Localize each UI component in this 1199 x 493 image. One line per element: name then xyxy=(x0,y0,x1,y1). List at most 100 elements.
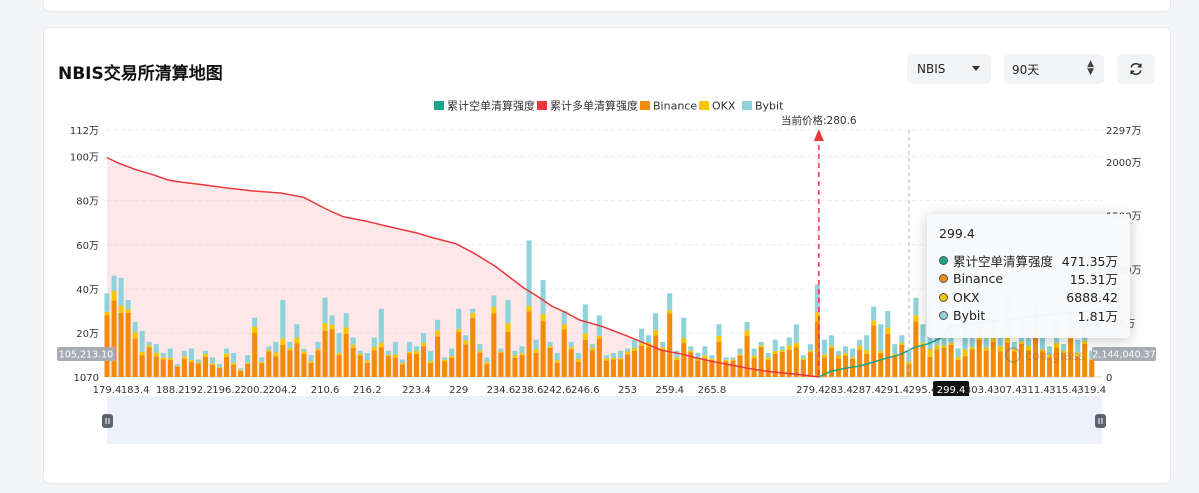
bar-bybit[interactable] xyxy=(828,335,835,346)
bar-binance[interactable] xyxy=(477,352,483,377)
bar-binance[interactable] xyxy=(997,351,1003,377)
bar-okx[interactable] xyxy=(667,310,673,314)
bar-binance[interactable] xyxy=(913,321,919,377)
bar-okx[interactable] xyxy=(737,354,743,356)
bar-bybit[interactable] xyxy=(793,324,799,343)
bar-binance[interactable] xyxy=(273,356,279,377)
bar-okx[interactable] xyxy=(547,346,553,348)
bar-bybit[interactable] xyxy=(364,352,370,361)
bar-binance[interactable] xyxy=(561,329,567,377)
bar-bybit[interactable] xyxy=(646,335,652,343)
bar-bybit[interactable] xyxy=(519,346,525,354)
bar-binance[interactable] xyxy=(899,344,905,377)
bar-binance[interactable] xyxy=(153,356,159,377)
bar-okx[interactable] xyxy=(406,351,412,354)
bar-binance[interactable] xyxy=(111,300,117,377)
bar-okx[interactable] xyxy=(723,359,729,362)
bar-bybit[interactable] xyxy=(498,348,504,352)
bar-okx[interactable] xyxy=(491,306,497,314)
bar-okx[interactable] xyxy=(294,337,300,344)
bar-okx[interactable] xyxy=(315,348,321,351)
bar-bybit[interactable] xyxy=(702,346,708,356)
bar-okx[interactable] xyxy=(843,353,849,356)
bar-bybit[interactable] xyxy=(1039,337,1046,350)
bar-binance[interactable] xyxy=(1089,359,1095,377)
bar-bybit[interactable] xyxy=(779,346,785,351)
bar-binance[interactable] xyxy=(378,347,384,377)
bar-binance[interactable] xyxy=(617,359,624,377)
bar-bybit[interactable] xyxy=(449,348,455,357)
bar-binance[interactable] xyxy=(160,359,166,377)
bar-binance[interactable] xyxy=(280,344,286,377)
bar-binance[interactable] xyxy=(442,361,448,377)
bar-okx[interactable] xyxy=(554,360,560,363)
bar-okx[interactable] xyxy=(653,329,659,336)
bar-bybit[interactable] xyxy=(800,355,806,359)
bar-okx[interactable] xyxy=(442,359,448,362)
bar-bybit[interactable] xyxy=(435,319,441,331)
bar-okx[interactable] xyxy=(217,367,223,369)
bar-binance[interactable] xyxy=(871,325,877,377)
bar-binance[interactable] xyxy=(146,347,152,377)
bar-binance[interactable] xyxy=(533,352,539,377)
bar-bybit[interactable] xyxy=(653,313,659,330)
bar-bybit[interactable] xyxy=(610,352,616,358)
bar-okx[interactable] xyxy=(857,345,863,350)
bar-binance[interactable] xyxy=(582,339,588,377)
bar-bybit[interactable] xyxy=(146,341,152,346)
bar-binance[interactable] xyxy=(603,360,609,377)
bar-okx[interactable] xyxy=(1054,342,1060,348)
bar-okx[interactable] xyxy=(252,326,258,333)
bar-binance[interactable] xyxy=(174,366,180,377)
bar-bybit[interactable] xyxy=(125,299,131,310)
bar-bybit[interactable] xyxy=(540,280,546,315)
bar-okx[interactable] xyxy=(280,338,286,345)
bar-binance[interactable] xyxy=(927,356,933,377)
bar-binance[interactable] xyxy=(758,347,764,377)
bar-bybit[interactable] xyxy=(547,341,553,347)
bar-bybit[interactable] xyxy=(413,346,420,351)
bar-okx[interactable] xyxy=(378,343,384,348)
bar-bybit[interactable] xyxy=(195,359,201,363)
bar-okx[interactable] xyxy=(568,347,574,350)
bar-bybit[interactable] xyxy=(336,333,342,353)
bar-bybit[interactable] xyxy=(202,350,209,354)
bar-binance[interactable] xyxy=(231,364,237,377)
bar-okx[interactable] xyxy=(350,344,356,348)
bar-binance[interactable] xyxy=(202,356,209,377)
bar-bybit[interactable] xyxy=(280,299,286,339)
bar-okx[interactable] xyxy=(716,335,722,342)
bar-binance[interactable] xyxy=(364,362,370,377)
bar-okx[interactable] xyxy=(807,350,813,353)
zoom-handle-right[interactable] xyxy=(1095,414,1106,428)
bar-okx[interactable] xyxy=(470,312,476,318)
bar-okx[interactable] xyxy=(477,350,483,353)
bar-bybit[interactable] xyxy=(737,348,743,355)
bar-okx[interactable] xyxy=(231,362,237,365)
bar-bybit[interactable] xyxy=(681,317,687,339)
bar-okx[interactable] xyxy=(132,332,138,339)
bar-bybit[interactable] xyxy=(111,275,117,291)
bar-okx[interactable] xyxy=(273,352,279,357)
bar-okx[interactable] xyxy=(287,348,293,351)
bar-bybit[interactable] xyxy=(209,357,216,364)
bar-binance[interactable] xyxy=(456,332,462,377)
bar-bybit[interactable] xyxy=(477,344,483,351)
bar-okx[interactable] xyxy=(962,349,968,357)
legend-label-okx[interactable]: OKX xyxy=(712,100,736,113)
bar-okx[interactable] xyxy=(392,354,398,358)
bar-bybit[interactable] xyxy=(843,346,849,354)
bar-bybit[interactable] xyxy=(512,350,518,356)
bar-binance[interactable] xyxy=(892,356,898,377)
bar-binance[interactable] xyxy=(104,315,110,377)
bar-bybit[interactable] xyxy=(744,322,750,331)
bar-binance[interactable] xyxy=(969,349,975,377)
bar-binance[interactable] xyxy=(308,362,314,377)
bar-binance[interactable] xyxy=(674,359,680,377)
bar-okx[interactable] xyxy=(125,309,131,313)
bar-bybit[interactable] xyxy=(385,350,391,355)
bar-binance[interactable] xyxy=(878,352,884,377)
bar-okx[interactable] xyxy=(181,356,187,360)
bar-bybit[interactable] xyxy=(153,344,159,353)
bar-bybit[interactable] xyxy=(378,308,384,344)
